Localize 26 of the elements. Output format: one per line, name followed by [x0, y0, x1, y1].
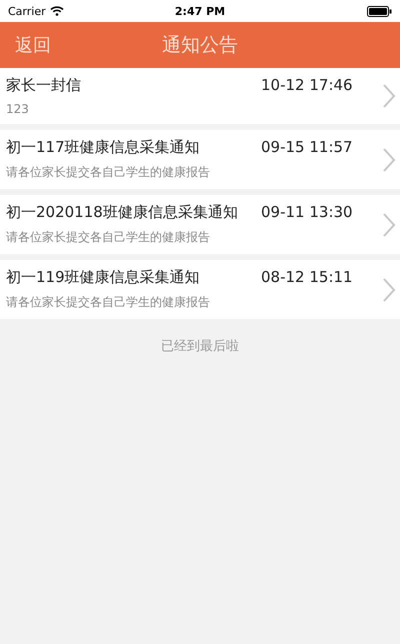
chevron-icon	[382, 146, 396, 172]
notice-summary: 123	[6, 102, 30, 116]
chevron-icon	[382, 212, 396, 238]
notice-date: 10-12 17:46	[261, 76, 353, 94]
battery-icon	[366, 6, 392, 16]
status-time: 2:47 PM	[174, 4, 226, 18]
chevron-icon	[382, 276, 396, 302]
notice-title: 初一117班健康信息采集通知	[6, 138, 201, 156]
notice-date: 09-15 11:57	[261, 138, 353, 156]
end-of-list-text: 已经到最后啦	[160, 338, 240, 355]
notice-row[interactable]: 初一117班健康信息采集通知 09-15 11:57 请各位家长提交各自己学生的健康报告	[0, 130, 400, 189]
notice-row[interactable]: 初一2020118班健康信息采集通知 09-11 13:30 请各位家长提交各自己学生的健康报告	[0, 195, 400, 254]
chevron-icon	[382, 83, 396, 109]
carrier-label: Carrier	[8, 4, 46, 18]
notice-date: 08-12 15:11	[261, 268, 353, 286]
wifi-icon	[50, 6, 64, 16]
notice-title: 家长一封信	[6, 76, 82, 94]
notice-summary: 请各位家长提交各自己学生的健康报告	[6, 294, 211, 311]
notice-title: 初一2020118班健康信息采集通知	[6, 203, 239, 221]
notice-summary: 请各位家长提交各自己学生的健康报告	[6, 229, 211, 246]
notice-date: 09-11 13:30	[261, 203, 353, 221]
notice-row[interactable]: 初一119班健康信息采集通知 08-12 15:11 请各位家长提交各自己学生的健康报告	[0, 260, 400, 319]
notice-row[interactable]: 家长一封信 10-12 17:46 123	[0, 68, 400, 124]
notice-title: 初一119班健康信息采集通知	[6, 268, 201, 286]
page-title: 通知公告	[162, 34, 238, 56]
notice-summary: 请各位家长提交各自己学生的健康报告	[6, 164, 211, 181]
